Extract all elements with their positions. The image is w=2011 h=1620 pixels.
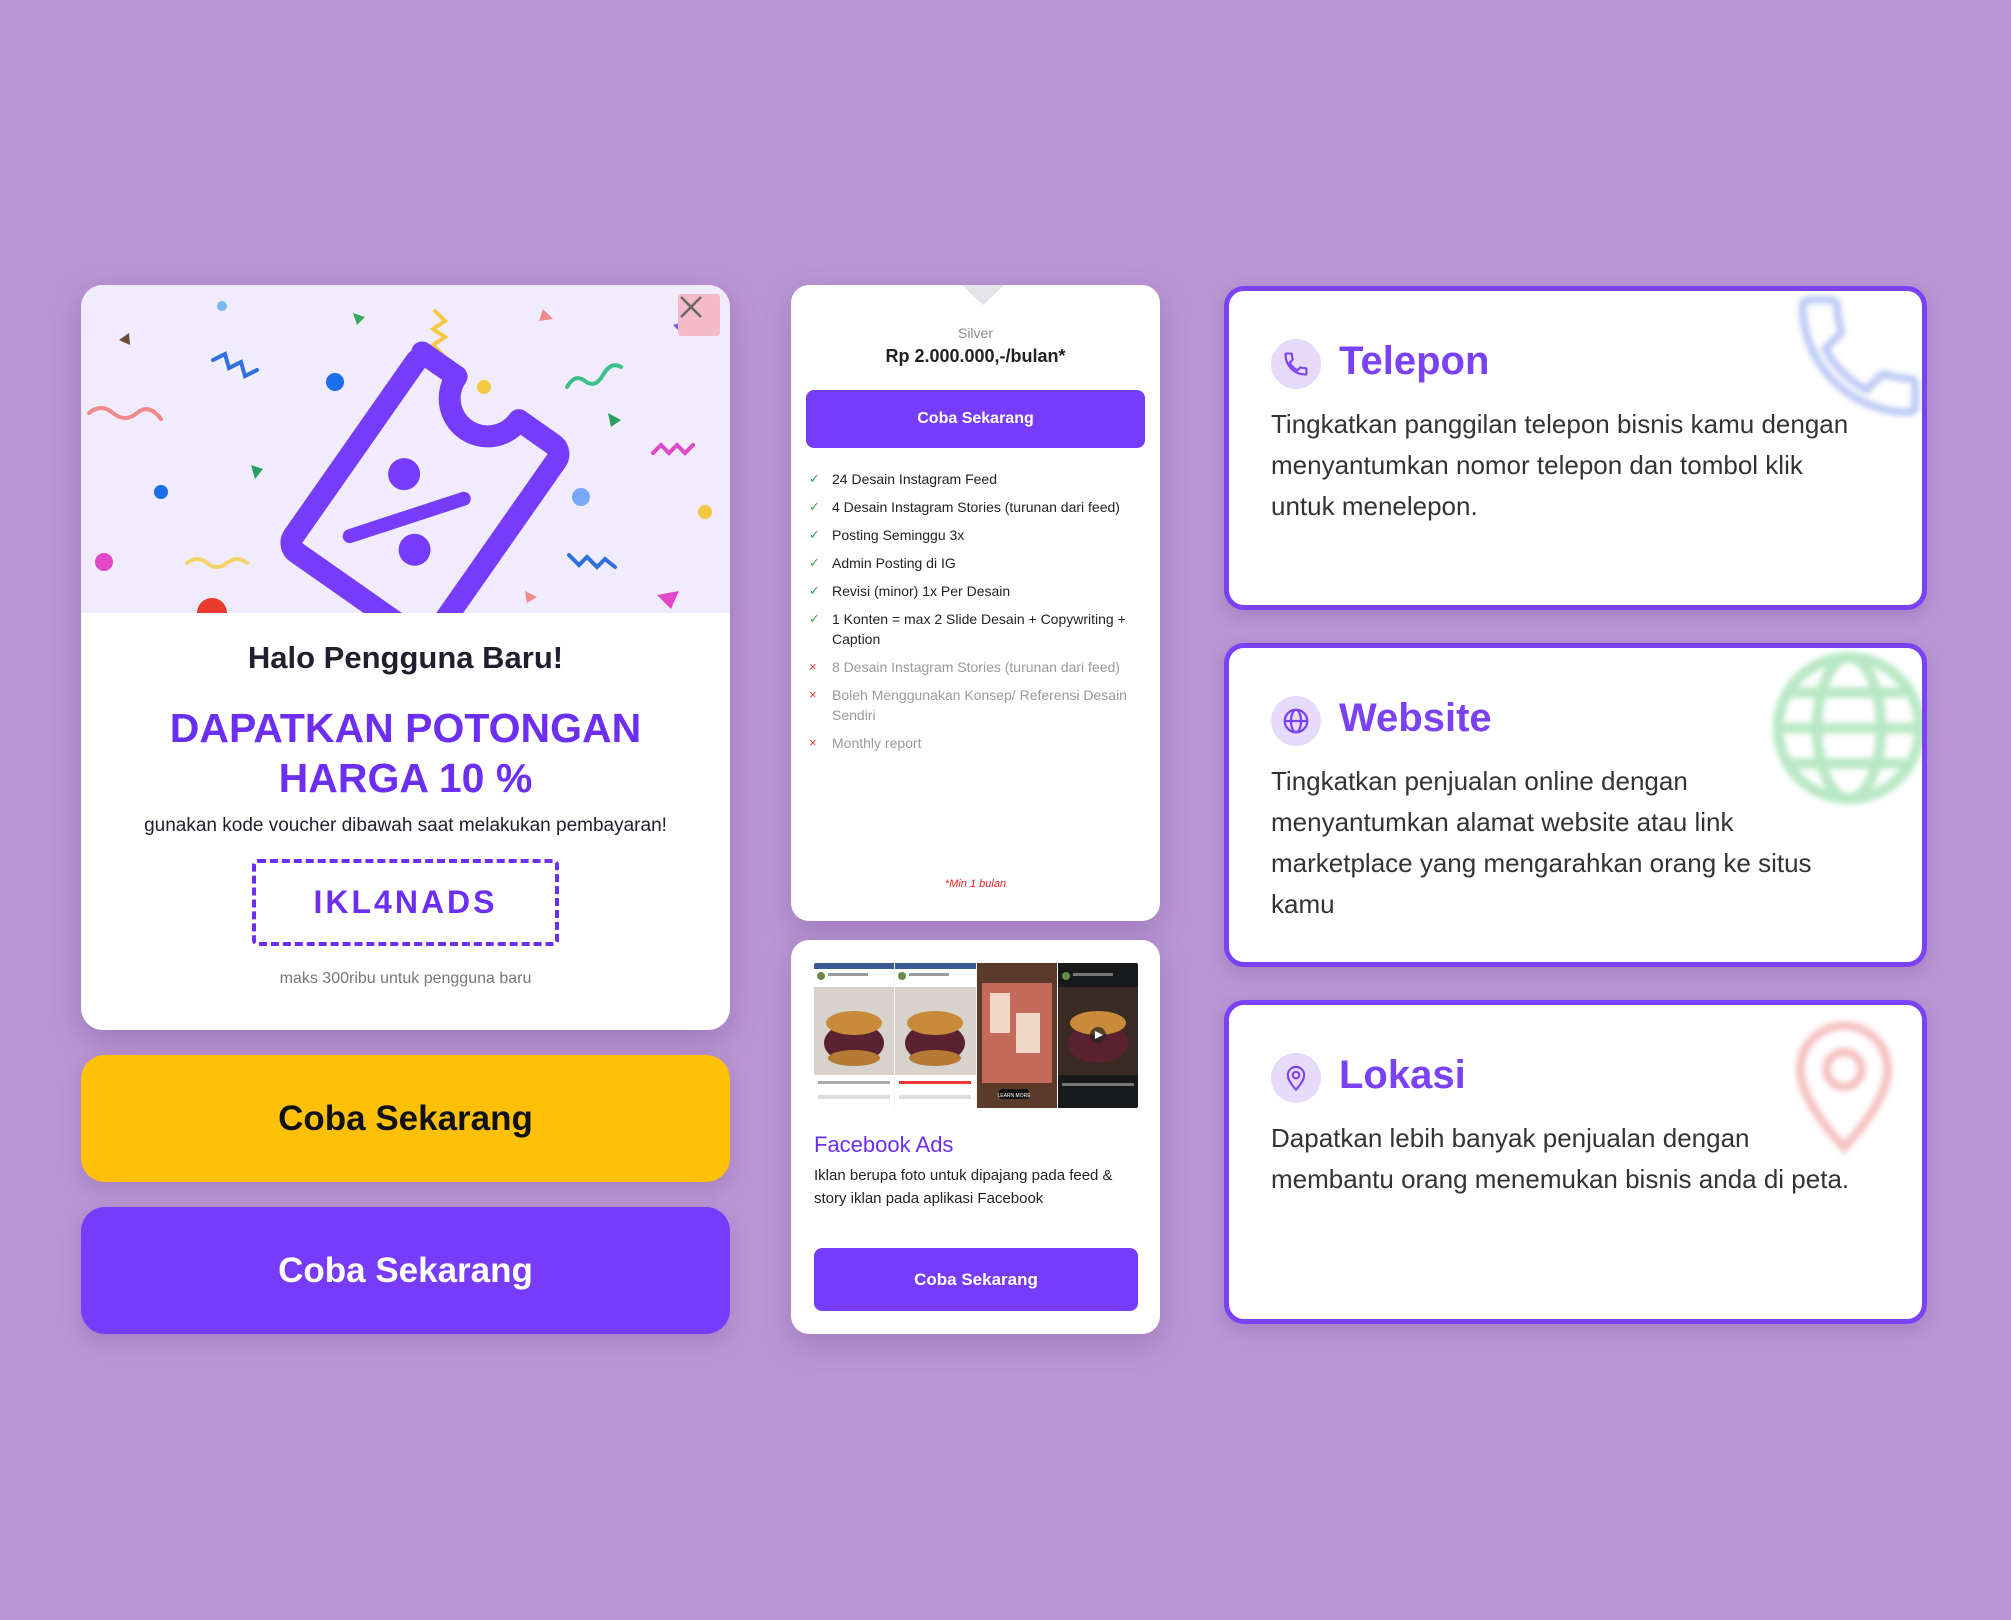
check-icon: ✓ bbox=[809, 583, 820, 598]
plan-feature-text: Posting Seminggu 3x bbox=[832, 527, 965, 543]
plan-feature-list: ✓ 24 Desain Instagram Feed ✓ 4 Desain Insta… bbox=[809, 469, 1149, 761]
close-icon bbox=[680, 296, 702, 318]
plan-feature-text: 24 Desain Instagram Feed bbox=[832, 471, 997, 487]
feature-description: Dapatkan lebih banyak penjualan dengan m… bbox=[1271, 1123, 1850, 1194]
cross-icon: × bbox=[809, 687, 817, 702]
confetti-illustration bbox=[87, 301, 712, 613]
plan-feature-text: Revisi (minor) 1x Per Desain bbox=[832, 583, 1011, 599]
plan-try-now-button[interactable]: Coba Sekarang bbox=[806, 390, 1145, 448]
promo-instruction: gunakan kode voucher dibawah saat melaku… bbox=[144, 815, 667, 836]
globe-icon-badge bbox=[1271, 696, 1321, 746]
voucher-code: IKL4NADS bbox=[313, 884, 498, 920]
preview-badge-text: LEARN MORE bbox=[997, 1093, 1031, 1099]
phone-icon bbox=[1284, 352, 1308, 376]
plan-feature-text: 8 Desain Instagram Stories (turunan dari… bbox=[832, 659, 1120, 675]
location-pin-icon bbox=[1286, 1065, 1306, 1092]
feature-title: Lokasi bbox=[1339, 1053, 1466, 1097]
plan-price: Rp 2.000.000,-/bulan* bbox=[885, 346, 1066, 366]
plan-feature-item: × 8 Desain Instagram Stories (turunan dar… bbox=[809, 657, 1149, 677]
feature-card-website[interactable]: Website Tingkatkan penjualan online deng… bbox=[1224, 643, 1927, 967]
promo-headline: DAPATKAN POTONGAN HARGA 10 % bbox=[169, 705, 642, 801]
check-icon: ✓ bbox=[809, 555, 820, 570]
globe-icon bbox=[1283, 708, 1309, 734]
facebook-ads-try-now-button[interactable]: Coba Sekarang bbox=[814, 1248, 1138, 1311]
check-icon: ✓ bbox=[809, 471, 820, 486]
plan-feature-text: Monthly report bbox=[832, 735, 922, 751]
plan-feature-item: ✓ Revisi (minor) 1x Per Desain bbox=[809, 581, 1149, 601]
plan-feature-item: ✓ 4 Desain Instagram Stories (turunan dar… bbox=[809, 497, 1149, 517]
try-now-button-purple[interactable]: Coba Sekarang bbox=[81, 1207, 730, 1334]
close-button[interactable] bbox=[678, 294, 720, 336]
plan-footnote: *Min 1 bulan bbox=[944, 878, 1007, 890]
plan-feature-item: ✓ Admin Posting di IG bbox=[809, 553, 1149, 573]
plan-feature-item: ✓ 24 Desain Instagram Feed bbox=[809, 469, 1149, 489]
try-now-button-yellow[interactable]: Coba Sekarang bbox=[81, 1055, 730, 1182]
plan-feature-text: Boleh Menggunakan Konsep/ Referensi Desa… bbox=[832, 687, 1127, 723]
promo-note: maks 300ribu untuk pengguna baru bbox=[279, 970, 532, 987]
feature-card-lokasi[interactable]: Lokasi Dapatkan lebih banyak penjualan d… bbox=[1224, 1000, 1927, 1324]
facebook-ads-preview-image: LEARN MORE bbox=[814, 963, 1138, 1108]
pricing-notch bbox=[962, 285, 1004, 305]
plan-feature-item: × Boleh Menggunakan Konsep/ Referensi Des… bbox=[809, 685, 1149, 725]
plan-feature-item: ✓ Posting Seminggu 3x bbox=[809, 525, 1149, 545]
check-icon: ✓ bbox=[809, 527, 820, 542]
feature-title: Website bbox=[1339, 696, 1492, 740]
check-icon: ✓ bbox=[809, 611, 820, 626]
plan-feature-text: Admin Posting di IG bbox=[832, 555, 956, 571]
promo-popup: Halo Pengguna Baru! DAPATKAN POTONGAN HA… bbox=[81, 285, 730, 1030]
phone-icon-badge bbox=[1271, 339, 1321, 389]
promo-greeting: Halo Pengguna Baru! bbox=[247, 640, 564, 675]
feature-title: Telepon bbox=[1339, 339, 1490, 383]
cross-icon: × bbox=[809, 659, 817, 674]
facebook-ads-title: Facebook Ads bbox=[814, 1132, 954, 1157]
plan-name: Silver bbox=[957, 325, 993, 341]
check-icon: ✓ bbox=[809, 499, 820, 514]
location-pin-icon-badge bbox=[1271, 1053, 1321, 1103]
plan-feature-item: ✓ 1 Konten = max 2 Slide Desain + Copywri… bbox=[809, 609, 1149, 649]
promo-hero-illustration bbox=[81, 285, 730, 613]
pricing-card: Silver Rp 2.000.000,-/bulan* Coba Sekara… bbox=[791, 285, 1160, 921]
facebook-ads-card: LEARN MORE Facebook Ads Iklan berupa fot… bbox=[791, 940, 1160, 1334]
cross-icon: × bbox=[809, 735, 817, 750]
voucher-code-box[interactable]: IKL4NADS bbox=[252, 859, 559, 946]
feature-card-telepon[interactable]: Telepon Tingkatkan panggilan telepon bis… bbox=[1224, 286, 1927, 610]
feature-description: Tingkatkan penjualan online dengan menya… bbox=[1271, 766, 1812, 919]
plan-feature-item: × Monthly report bbox=[809, 733, 1149, 753]
plan-feature-text: 4 Desain Instagram Stories (turunan dari… bbox=[832, 499, 1120, 515]
plan-feature-text: 1 Konten = max 2 Slide Desain + Copywrit… bbox=[832, 611, 1126, 647]
facebook-ads-description: Iklan berupa foto untuk dipajang pada fe… bbox=[814, 1167, 1113, 1207]
feature-description: Tingkatkan panggilan telepon bisnis kamu… bbox=[1271, 409, 1849, 521]
